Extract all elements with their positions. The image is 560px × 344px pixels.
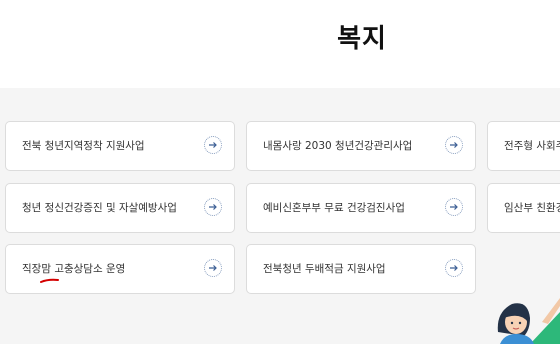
arrow-right-icon xyxy=(445,198,463,216)
program-card[interactable]: 청년 정신건강증진 및 자살예방사업 xyxy=(5,183,235,233)
arrow-right-icon xyxy=(204,259,222,277)
character-illustration xyxy=(497,298,560,344)
program-card[interactable]: 내몸사랑 2030 청년건강관리사업 xyxy=(246,121,476,171)
program-card-label: 내몸사랑 2030 청년건강관리사업 xyxy=(263,140,413,152)
program-card[interactable]: 직장맘 고충상담소 운영 xyxy=(5,244,235,294)
program-card-label: 전북 청년지역정착 지원사업 xyxy=(22,140,145,152)
page-title: 복지 xyxy=(337,24,387,54)
red-underline-annotation xyxy=(40,278,59,283)
program-card[interactable]: 임산부 친환경 xyxy=(487,183,560,233)
program-card[interactable]: 예비신혼부부 무료 건강검진사업 xyxy=(246,183,476,233)
arrow-right-icon xyxy=(204,136,222,154)
program-card-label: 예비신혼부부 무료 건강검진사업 xyxy=(263,202,405,214)
program-card-label: 청년 정신건강증진 및 자살예방사업 xyxy=(22,202,177,214)
program-card-label: 전북청년 두배적금 지원사업 xyxy=(263,263,386,275)
program-card-label: 전주형 사회주 xyxy=(504,140,560,152)
program-card[interactable]: 전북 청년지역정착 지원사업 xyxy=(5,121,235,171)
arrow-right-icon xyxy=(445,136,463,154)
program-card[interactable]: 전북청년 두배적금 지원사업 xyxy=(246,244,476,294)
arrow-right-icon xyxy=(445,259,463,277)
program-card[interactable]: 전주형 사회주 xyxy=(487,121,560,171)
program-card-label: 임산부 친환경 xyxy=(504,202,560,214)
arrow-right-icon xyxy=(204,198,222,216)
program-card-label: 직장맘 고충상담소 운영 xyxy=(22,263,126,275)
